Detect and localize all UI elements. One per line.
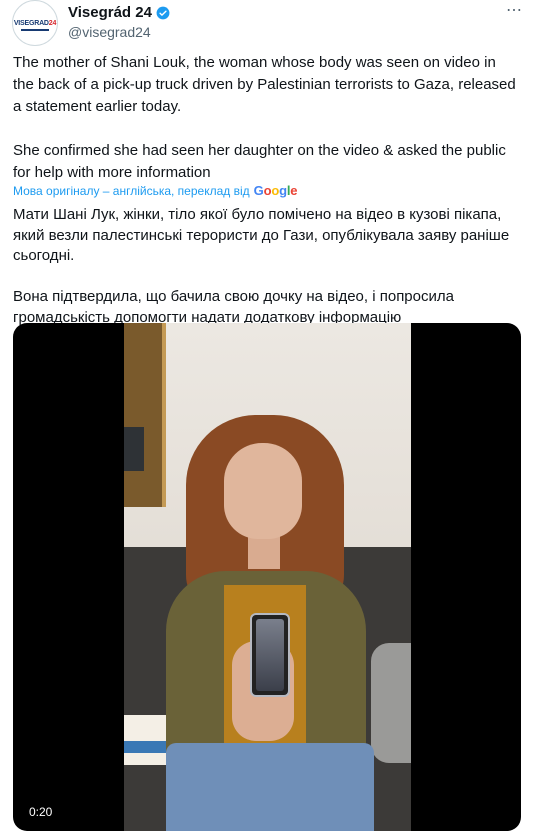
verified-badge-icon [156, 6, 170, 19]
translated-text: Мати Шані Лук, жінки, тіло якої було пом… [13, 206, 510, 326]
phone-in-hand [250, 613, 290, 697]
author-name[interactable]: Visegrád 24 [68, 4, 152, 21]
mirror [124, 323, 166, 507]
video-timestamp: 0:20 [29, 805, 53, 819]
avatar-logo: VISEGRAD24 [13, 19, 57, 27]
woman-face [224, 443, 302, 539]
author-name-row[interactable]: Visegrád 24 [68, 4, 170, 21]
author-handle[interactable]: @visegrad24 [68, 24, 151, 40]
avatar-underline [21, 29, 49, 31]
video-frame [124, 323, 411, 831]
more-dots-icon[interactable]: ⋯ [506, 0, 523, 20]
tweet-header: VISEGRAD24 Visegrád 24 @visegrad24 ⋯ [12, 0, 523, 50]
video-player[interactable]: 0:20 [13, 323, 521, 831]
tweet-text: The mother of Shani Louk, the woman whos… [13, 54, 516, 181]
google-logo: Google [253, 183, 298, 198]
translation-attribution[interactable]: Мова оригіналу – англійська, переклад ві… [13, 183, 297, 198]
avatar[interactable]: VISEGRAD24 [12, 0, 58, 46]
translation-label[interactable]: Мова оригіналу – англійська, переклад ві… [13, 184, 250, 198]
